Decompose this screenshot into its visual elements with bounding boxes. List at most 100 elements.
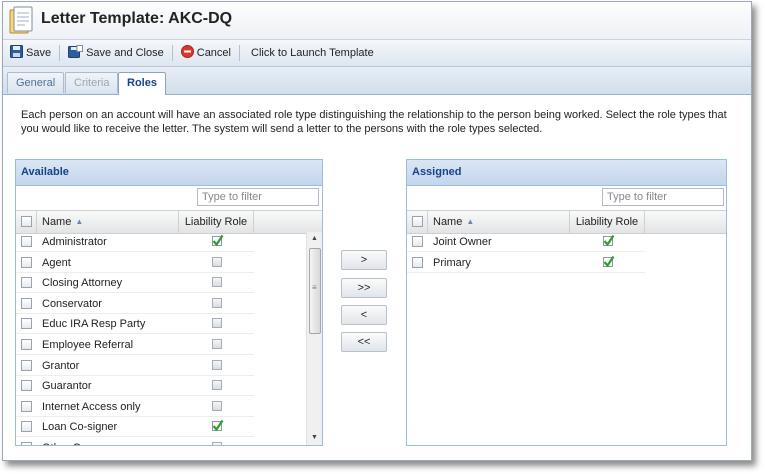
letter-template-window: Letter Template: AKC-DQ Save Save and Cl… xyxy=(2,1,752,461)
cancel-button[interactable]: Cancel xyxy=(177,42,235,64)
save-close-icon xyxy=(68,44,84,62)
assigned-filter-bar xyxy=(407,186,726,210)
table-row[interactable]: Agent xyxy=(16,253,254,273)
scroll-up-icon[interactable]: ▲ xyxy=(307,232,322,246)
available-name-column-label: Name xyxy=(42,216,72,228)
liability-role-checked xyxy=(212,234,224,247)
toolbar-separator xyxy=(59,45,61,61)
role-name: Guarantor xyxy=(42,380,92,393)
save-and-close-button[interactable]: Save and Close xyxy=(64,42,168,64)
liability-role-unchecked xyxy=(212,442,222,445)
scroll-thumb[interactable]: ≡ xyxy=(309,248,321,334)
launch-template-button[interactable]: Click to Launch Template xyxy=(244,42,378,64)
document-icon xyxy=(8,6,36,38)
row-select-checkbox[interactable] xyxy=(412,236,423,247)
sort-ascending-icon: ▲ xyxy=(75,217,84,226)
liability-role-unchecked xyxy=(212,256,222,267)
tab-general[interactable]: General xyxy=(7,72,65,93)
scroll-grip-icon: ≡ xyxy=(312,283,317,292)
remove-selected-button[interactable]: < xyxy=(341,305,387,325)
table-row[interactable]: Guarantor xyxy=(16,376,254,397)
row-select-checkbox[interactable] xyxy=(21,442,32,445)
title-bar: Letter Template: AKC-DQ xyxy=(3,2,751,40)
tab-strip: General Criteria Roles xyxy=(3,67,751,95)
table-row[interactable]: Joint Owner xyxy=(407,232,645,252)
table-row[interactable]: Conservator xyxy=(16,294,254,314)
row-select-checkbox[interactable] xyxy=(21,318,32,330)
add-all-button[interactable]: >> xyxy=(341,278,387,298)
table-row[interactable]: Primary xyxy=(407,253,645,273)
assigned-select-all-checkbox[interactable] xyxy=(412,216,423,227)
table-row[interactable]: Other Owner xyxy=(16,438,254,445)
role-name: Other Owner xyxy=(42,438,105,445)
cancel-icon xyxy=(180,45,194,61)
remove-all-button[interactable]: << xyxy=(341,332,387,352)
window-title: Letter Template: AKC-DQ xyxy=(41,10,233,27)
available-filter-bar xyxy=(16,186,322,210)
liability-role-unchecked xyxy=(212,277,222,288)
assigned-liability-column-label: Liability Role xyxy=(575,216,639,228)
assigned-name-column-header[interactable]: Name ▲ xyxy=(428,211,570,233)
assigned-select-all-cell xyxy=(407,211,428,233)
tab-roles[interactable]: Roles xyxy=(118,72,166,95)
table-row[interactable]: Educ IRA Resp Party xyxy=(16,314,254,335)
available-panel: Available Name▲ Liability Role Administr… xyxy=(15,159,323,446)
row-select-checkbox[interactable] xyxy=(412,256,423,268)
table-row[interactable]: Administrator xyxy=(16,232,254,252)
role-name: Loan Co-signer xyxy=(42,421,118,434)
assigned-name-column-label: Name xyxy=(433,216,463,228)
toolbar: Save Save and Close Cancel Click to Laun… xyxy=(3,40,751,67)
tab-criteria[interactable]: Criteria xyxy=(65,72,119,93)
available-panel-title: Available xyxy=(16,160,322,186)
save-button[interactable]: Save xyxy=(6,42,55,64)
cancel-label: Cancel xyxy=(196,47,231,59)
roles-description: Each person on an account will have an a… xyxy=(21,109,727,135)
table-row[interactable]: Employee Referral xyxy=(16,335,254,355)
assigned-filter-input[interactable] xyxy=(602,188,724,206)
available-name-column-header[interactable]: Name ▲ xyxy=(37,211,179,233)
table-row[interactable]: Closing Attorney xyxy=(16,273,254,294)
scroll-down-icon[interactable]: ▼ xyxy=(307,431,322,445)
role-name: Primary xyxy=(433,256,471,269)
table-row[interactable]: Loan Co-signer xyxy=(16,417,254,438)
table-row[interactable]: Grantor xyxy=(16,356,254,376)
row-select-checkbox[interactable] xyxy=(21,421,32,433)
assigned-grid-body: Joint Owner Primary xyxy=(407,232,726,445)
role-name: Employee Referral xyxy=(42,339,134,351)
liability-role-unchecked xyxy=(212,339,222,349)
available-filter-input[interactable] xyxy=(197,188,319,206)
liability-role-unchecked xyxy=(212,380,222,391)
row-select-checkbox[interactable] xyxy=(21,256,32,268)
save-and-close-label: Save and Close xyxy=(86,47,164,59)
row-select-checkbox[interactable] xyxy=(21,277,32,289)
row-select-checkbox[interactable] xyxy=(21,236,32,247)
sort-ascending-icon: ▲ xyxy=(466,217,475,226)
checkmark-icon xyxy=(603,234,615,247)
available-select-all-cell xyxy=(16,211,37,233)
role-name: Educ IRA Resp Party xyxy=(42,318,146,331)
row-select-checkbox[interactable] xyxy=(21,339,32,350)
liability-role-unchecked xyxy=(212,297,222,308)
row-select-checkbox[interactable] xyxy=(21,359,32,371)
liability-role-checked xyxy=(603,234,615,247)
row-select-checkbox[interactable] xyxy=(21,380,32,392)
checkmark-icon xyxy=(212,234,224,247)
add-selected-button[interactable]: > xyxy=(341,250,387,270)
role-name: Agent xyxy=(42,256,71,269)
liability-role-unchecked xyxy=(212,318,222,329)
save-icon xyxy=(10,45,23,61)
checkmark-icon xyxy=(603,255,615,267)
assigned-liability-column-header[interactable]: Liability Role xyxy=(570,211,645,233)
row-select-checkbox[interactable] xyxy=(21,297,32,309)
table-row[interactable]: Internet Access only xyxy=(16,397,254,417)
available-scrollbar[interactable]: ▲ ≡ ▼ xyxy=(306,232,322,445)
role-name: Conservator xyxy=(42,297,102,310)
launch-template-label: Click to Launch Template xyxy=(251,47,374,59)
available-grid-header: Name ▲ Liability Role xyxy=(16,210,322,234)
row-select-checkbox[interactable] xyxy=(21,400,32,412)
checkmark-icon xyxy=(212,420,224,432)
available-select-all-checkbox[interactable] xyxy=(21,216,32,227)
available-liability-column-header[interactable]: Liability Role xyxy=(179,211,254,233)
assigned-panel-title: Assigned xyxy=(407,160,726,186)
assigned-panel: Assigned Name▲ Liability Role Joint Owne… xyxy=(406,159,727,446)
